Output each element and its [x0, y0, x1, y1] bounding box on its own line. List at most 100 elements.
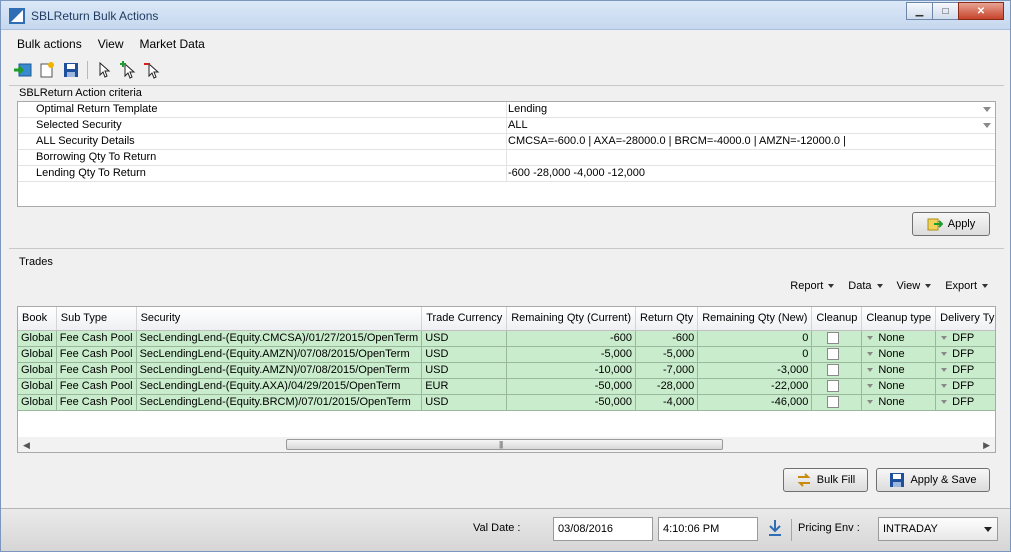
cleanup-checkbox[interactable] — [827, 348, 840, 361]
table-row[interactable]: Global Fee Cash Pool SecLendingLend-(Equ… — [18, 362, 995, 379]
scroll-right-icon[interactable]: ▶ — [983, 440, 990, 451]
data-menu[interactable]: Data — [848, 280, 883, 292]
column-header[interactable]: Remaining Qty (Current) — [506, 307, 637, 331]
book-cell: Global — [18, 378, 57, 395]
cleanup-type-cell[interactable]: None — [861, 394, 937, 411]
scrollbar-thumb[interactable]: ||| — [286, 439, 723, 450]
export-menu[interactable]: Export — [945, 280, 988, 292]
cleanup-cell — [811, 346, 863, 363]
delivery-type-cell[interactable]: DFP — [935, 378, 995, 395]
cleanup-type-cell[interactable]: None — [861, 346, 937, 363]
trades-toolbar: Report Data View Export — [790, 280, 988, 292]
sub-type-cell: Fee Cash Pool — [56, 362, 137, 379]
currency-cell: EUR — [421, 378, 508, 395]
criteria-row[interactable]: Lending Qty To Return -600 -28,000 -4,00… — [18, 166, 995, 182]
criteria-row[interactable]: ALL Security Details CMCSA=-600.0 | AXA=… — [18, 134, 995, 150]
apply-save-button[interactable]: Apply & Save — [876, 468, 990, 492]
pricing-env-select[interactable]: INTRADAY — [878, 517, 998, 541]
view-menu[interactable]: View — [897, 280, 932, 292]
toolbar-divider — [87, 61, 88, 79]
criteria-row[interactable]: Selected Security ALL — [18, 118, 995, 134]
return-qty-cell[interactable]: -7,000 — [635, 362, 699, 379]
column-header[interactable]: Sub Type — [56, 307, 137, 331]
menu-view[interactable]: View — [90, 35, 132, 53]
criteria-row[interactable]: Optimal Return Template Lending — [18, 102, 995, 118]
criteria-label: Borrowing Qty To Return — [36, 151, 157, 163]
delivery-type-cell[interactable]: DFP — [935, 362, 995, 379]
remaining-current-cell: -10,000 — [506, 362, 637, 379]
chevron-down-icon — [984, 527, 992, 532]
cleanup-type-cell[interactable]: None — [861, 362, 937, 379]
title-bar[interactable]: SBLReturn Bulk Actions ▁ □ ✕ — [1, 1, 1010, 30]
cleanup-checkbox[interactable] — [827, 364, 840, 377]
cleanup-checkbox[interactable] — [827, 396, 840, 409]
report-menu[interactable]: Report — [790, 280, 835, 292]
delivery-type-cell[interactable]: DFP — [935, 330, 995, 347]
close-button[interactable]: ✕ — [958, 2, 1004, 20]
cleanup-cell — [811, 394, 863, 411]
save-button[interactable] — [59, 60, 83, 80]
download-icon[interactable] — [767, 519, 783, 537]
cleanup-checkbox[interactable] — [827, 332, 840, 345]
dropdown-arrow-icon[interactable] — [983, 123, 991, 128]
chevron-down-icon — [876, 284, 883, 288]
currency-cell: USD — [421, 362, 508, 379]
table-row[interactable]: Global Fee Cash Pool SecLendingLend-(Equ… — [18, 330, 995, 347]
time-input[interactable]: 4:10:06 PM — [658, 517, 758, 541]
return-qty-cell[interactable]: -600 — [635, 330, 699, 347]
sub-type-cell: Fee Cash Pool — [56, 394, 137, 411]
select-button[interactable] — [92, 60, 116, 80]
dropdown-arrow-icon[interactable] — [983, 107, 991, 112]
return-qty-cell[interactable]: -28,000 — [635, 378, 699, 395]
return-qty-cell[interactable]: -4,000 — [635, 394, 699, 411]
table-row[interactable]: Global Fee Cash Pool SecLendingLend-(Equ… — [18, 394, 995, 411]
menu-market-data[interactable]: Market Data — [132, 35, 213, 53]
val-date-input[interactable]: 03/08/2016 — [553, 517, 653, 541]
delivery-type-value: DFP — [952, 332, 975, 344]
column-header[interactable]: Remaining Qty (New) — [697, 307, 813, 331]
dropdown-arrow-icon — [941, 336, 948, 341]
horizontal-scrollbar[interactable]: ◀ ||| ▶ — [18, 437, 995, 452]
column-header[interactable]: Book — [18, 307, 57, 331]
book-cell: Global — [18, 330, 57, 347]
cleanup-checkbox[interactable] — [827, 380, 840, 393]
delivery-type-cell[interactable]: DFP — [935, 394, 995, 411]
bulk-fill-button[interactable]: Bulk Fill — [783, 468, 868, 492]
cleanup-type-cell[interactable]: None — [861, 378, 937, 395]
column-header[interactable]: Return Qty — [635, 307, 699, 331]
return-qty-cell[interactable]: -5,000 — [635, 346, 699, 363]
menu-bulk-actions[interactable]: Bulk actions — [9, 35, 90, 53]
remaining-new-cell: 0 — [697, 346, 813, 363]
scroll-left-icon[interactable]: ◀ — [23, 440, 30, 451]
column-header[interactable]: Delivery Ty — [935, 307, 995, 331]
column-header[interactable]: Cleanup type — [861, 307, 937, 331]
dropdown-arrow-icon — [941, 400, 948, 405]
security-value[interactable]: ALL — [508, 119, 528, 131]
remove-select-button[interactable] — [140, 60, 164, 80]
dropdown-arrow-icon — [941, 368, 948, 373]
delivery-type-cell[interactable]: DFP — [935, 346, 995, 363]
column-header[interactable]: Trade Currency — [421, 307, 508, 331]
maximize-button[interactable]: □ — [932, 2, 959, 20]
book-cell: Global — [18, 362, 57, 379]
cleanup-type-value: None — [878, 364, 905, 376]
apply-button[interactable]: Apply — [912, 212, 990, 236]
table-row[interactable]: Global Fee Cash Pool SecLendingLend-(Equ… — [18, 346, 995, 363]
table-row[interactable]: Global Fee Cash Pool SecLendingLend-(Equ… — [18, 378, 995, 395]
close-icon: ✕ — [976, 5, 986, 17]
template-value[interactable]: Lending — [508, 103, 547, 115]
criteria-row[interactable]: Borrowing Qty To Return — [18, 150, 995, 166]
sub-type-cell: Fee Cash Pool — [56, 346, 137, 363]
new-button[interactable] — [35, 60, 59, 80]
status-bar: Val Date : 03/08/2016 4:10:06 PM Pricing… — [1, 508, 1010, 551]
minimize-button[interactable]: ▁ — [906, 2, 933, 20]
currency-cell: USD — [421, 394, 508, 411]
lending-qty-value[interactable]: -600 -28,000 -4,000 -12,000 — [508, 167, 645, 179]
column-header[interactable]: Cleanup — [811, 307, 863, 331]
app-window: SBLReturn Bulk Actions ▁ □ ✕ Bulk action… — [0, 0, 1011, 552]
criteria-label: Selected Security — [36, 119, 122, 131]
add-select-button[interactable] — [116, 60, 140, 80]
column-header[interactable]: Security — [136, 307, 423, 331]
cleanup-type-cell[interactable]: None — [861, 330, 937, 347]
load-button[interactable] — [11, 60, 35, 80]
